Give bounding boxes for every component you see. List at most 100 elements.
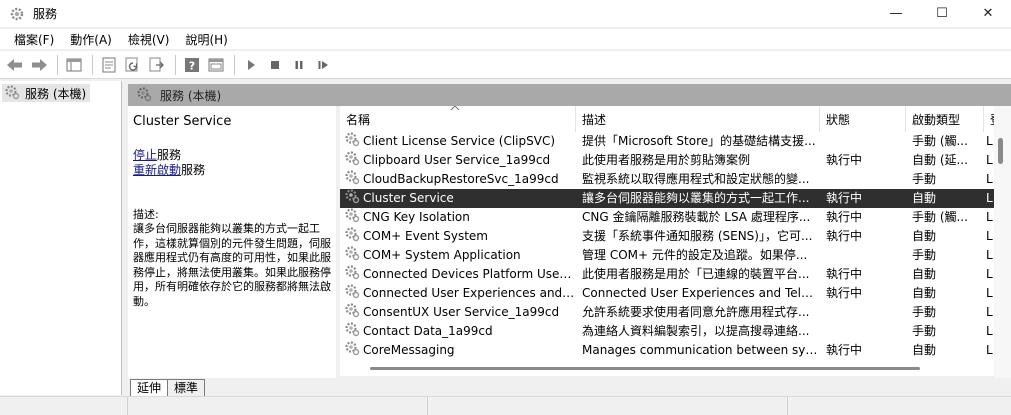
show-hide-pane-icon[interactable] <box>205 54 227 76</box>
service-status <box>826 246 898 265</box>
service-startup-type: 自動 <box>912 229 937 243</box>
service-startup-type: 手動 <box>912 172 937 186</box>
service-startup-type: 手動 (觸... <box>912 134 968 148</box>
services-list: 名稱 描述 狀態 啟動類型 登 Client License Service (… <box>340 106 994 368</box>
svg-text:?: ? <box>189 59 195 72</box>
menu-view[interactable]: 檢視(V) <box>120 31 178 48</box>
status-bar <box>0 396 1011 415</box>
service-gear-icon <box>344 322 360 341</box>
column-header-log-on-as[interactable]: 登 <box>984 106 994 132</box>
table-row[interactable]: Client License Service (ClipSVC) 提供「Micro… <box>340 132 994 151</box>
table-row[interactable]: ConsentUX User Service_1a99cd 允許系統要求使用者同意… <box>340 303 994 322</box>
close-button[interactable]: ✕ <box>965 0 1011 27</box>
horizontal-scrollbar[interactable] <box>340 362 994 376</box>
service-name-cell: COM+ System Application <box>344 246 576 265</box>
forward-arrow-icon[interactable] <box>28 54 50 76</box>
service-status: 執行中 <box>826 267 863 281</box>
service-status <box>826 322 898 341</box>
service-name-cell: Connected User Experiences and Te... <box>344 284 576 303</box>
vertical-scrollbar[interactable] <box>994 106 1011 378</box>
table-row[interactable]: CoreMessaging Manages communication betwe… <box>340 341 994 360</box>
stop-service-icon[interactable] <box>264 54 286 76</box>
service-log-on-as: L <box>986 343 993 357</box>
service-status <box>826 303 898 322</box>
service-status <box>826 132 898 151</box>
service-name: Connected Devices Platform User S... <box>363 267 576 281</box>
table-row[interactable]: Contact Data_1a99cd 為連絡人資料編製索引，以提高搜尋連絡...… <box>340 322 994 341</box>
pause-service-icon[interactable] <box>288 54 310 76</box>
table-row[interactable]: Clipboard User Service_1a99cd 此使用者服務是用於剪貼… <box>340 151 994 170</box>
service-name-cell: CloudBackupRestoreSvc_1a99cd <box>344 170 576 189</box>
service-name: Cluster Service <box>363 191 454 205</box>
service-rows: Client License Service (ClipSVC) 提供「Micro… <box>340 132 994 360</box>
table-row[interactable]: Connected User Experiences and Te... Conn… <box>340 284 994 303</box>
service-name-cell: CoreMessaging <box>344 341 576 360</box>
back-arrow-icon[interactable] <box>4 54 26 76</box>
refresh-icon[interactable] <box>122 54 144 76</box>
column-header-description[interactable]: 描述 <box>576 106 820 132</box>
view-tab-bar: 延伸 標準 <box>128 378 1011 396</box>
column-header-status[interactable]: 狀態 <box>820 106 906 132</box>
service-name-cell: CNG Key Isolation <box>344 208 576 227</box>
properties-icon[interactable] <box>98 54 120 76</box>
service-name: Clipboard User Service_1a99cd <box>363 153 551 167</box>
stop-service-link[interactable]: 停止 <box>133 148 157 162</box>
table-row[interactable]: COM+ Event System 支援「系統事件通知服務 (SENS)」，它可.… <box>340 227 994 246</box>
toolbar-separator <box>234 54 235 75</box>
selected-service-title: Cluster Service <box>133 114 232 129</box>
tab-standard[interactable]: 標準 <box>167 379 206 396</box>
service-name: CoreMessaging <box>363 343 455 357</box>
maximize-button[interactable]: ☐ <box>919 0 965 27</box>
start-service-icon[interactable] <box>240 54 262 76</box>
service-startup-type: 自動 <box>912 267 937 281</box>
horizontal-scrollbar-thumb[interactable] <box>370 367 920 370</box>
restart-service-icon[interactable] <box>312 54 334 76</box>
menu-file[interactable]: 檔案(F) <box>6 31 62 48</box>
minimize-button[interactable]: — <box>873 0 919 27</box>
service-description-text: 讓多台伺服器能夠以叢集的方式一起工作，這樣就算個別的元件發生問題，伺服器應用程式… <box>133 222 331 308</box>
service-gear-icon <box>344 284 360 303</box>
table-row[interactable]: COM+ System Application 管理 COM+ 元件的設定及追蹤。… <box>340 246 994 265</box>
service-gear-icon <box>344 303 360 322</box>
service-status: 執行中 <box>826 191 863 205</box>
service-name: COM+ Event System <box>363 229 488 243</box>
description-label: 描述: <box>133 208 159 221</box>
column-header-startup-type[interactable]: 啟動類型 <box>906 106 984 132</box>
status-bar-cell <box>0 397 128 415</box>
column-header-name[interactable]: 名稱 <box>340 106 576 132</box>
help-icon[interactable]: ? <box>181 54 203 76</box>
status-bar-cell <box>428 397 788 415</box>
service-name-cell: Clipboard User Service_1a99cd <box>344 151 576 170</box>
service-gear-icon <box>344 189 360 208</box>
service-description: 監視系統以取得應用程式和設定狀態的變... <box>582 172 810 186</box>
service-log-on-as: L <box>986 305 993 319</box>
service-log-on-as: L <box>986 172 993 186</box>
service-name: CloudBackupRestoreSvc_1a99cd <box>363 172 559 186</box>
console-tree-icon[interactable] <box>63 54 85 76</box>
service-log-on-as: L <box>986 191 993 205</box>
menu-action[interactable]: 動作(A) <box>62 31 120 48</box>
table-row[interactable]: CloudBackupRestoreSvc_1a99cd 監視系統以取得應用程式和… <box>340 170 994 189</box>
table-row[interactable]: Cluster Service 讓多台伺服器能夠以叢集的方式一起工作... 執行中 自… <box>340 189 994 208</box>
restart-service-link[interactable]: 重新啟動 <box>133 163 181 177</box>
tree-item-services-local[interactable]: 服務 (本機) <box>2 84 91 102</box>
service-name: Connected User Experiences and Te... <box>363 286 576 300</box>
table-row[interactable]: CNG Key Isolation CNG 金鑰隔離服務裝載於 LSA 處理程序.… <box>340 208 994 227</box>
vertical-scrollbar-thumb[interactable] <box>998 138 1003 164</box>
window-controls: — ☐ ✕ <box>873 0 1011 27</box>
service-status: 執行中 <box>826 210 863 224</box>
export-list-icon[interactable] <box>146 54 168 76</box>
service-log-on-as: L <box>986 248 993 262</box>
service-name-cell: Cluster Service <box>344 189 576 208</box>
console-tree-pane: 服務 (本機) <box>0 81 122 395</box>
tab-extended[interactable]: 延伸 <box>130 379 169 396</box>
service-name-cell: ConsentUX User Service_1a99cd <box>344 303 576 322</box>
service-description: Manages communication between syst... <box>582 343 818 357</box>
toolbar-separator <box>92 54 93 75</box>
tree-item-label: 服務 (本機) <box>25 86 87 101</box>
menu-help[interactable]: 說明(H) <box>177 31 235 48</box>
service-description: Connected User Experiences and Telem... <box>582 286 818 300</box>
table-row[interactable]: Connected Devices Platform User S... 此使用者… <box>340 265 994 284</box>
service-startup-type: 手動 <box>912 305 937 319</box>
service-log-on-as: L <box>986 229 993 243</box>
